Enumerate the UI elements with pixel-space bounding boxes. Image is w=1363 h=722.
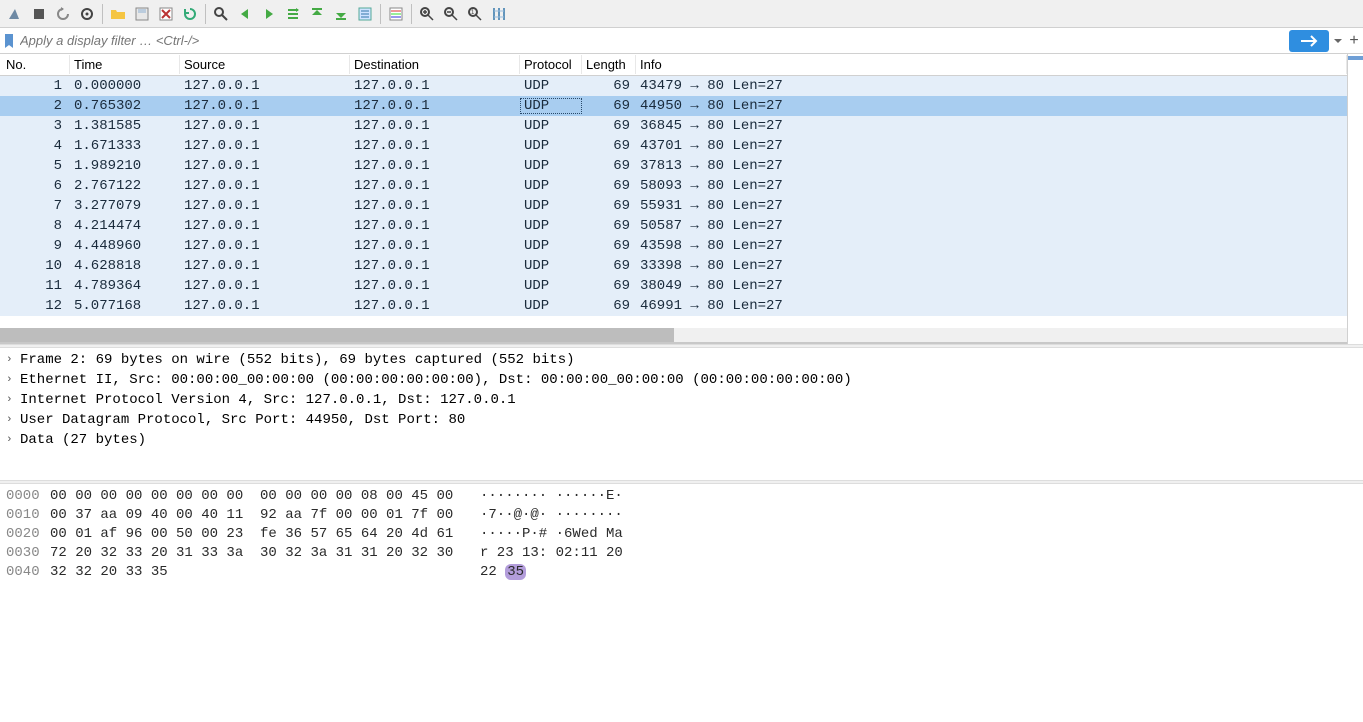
- tree-item[interactable]: ›Internet Protocol Version 4, Src: 127.0…: [0, 390, 1363, 410]
- hex-row[interactable]: 000000 00 00 00 00 00 00 00 00 00 00 00 …: [0, 486, 1363, 505]
- hex-ascii: ·····P·# ·6Wed Ma: [480, 526, 623, 542]
- tree-label: User Datagram Protocol, Src Port: 44950,…: [20, 412, 465, 428]
- packet-list-body[interactable]: 10.000000127.0.0.1127.0.0.1UDP6943479 → …: [0, 76, 1347, 328]
- hex-bytes: 00 00 00 00 00 00 00 00 00 00 00 00 08 0…: [50, 488, 480, 504]
- separator: [205, 4, 206, 24]
- hex-bytes: 00 37 aa 09 40 00 40 11 92 aa 7f 00 00 0…: [50, 507, 480, 523]
- zoom-in-icon[interactable]: [416, 3, 438, 25]
- prev-icon[interactable]: [234, 3, 256, 25]
- hex-offset: 0040: [6, 564, 50, 580]
- filter-bookmark-icon[interactable]: [2, 31, 16, 51]
- filter-add-button[interactable]: +: [1345, 32, 1363, 50]
- hex-offset: 0010: [6, 507, 50, 523]
- goto-icon[interactable]: [282, 3, 304, 25]
- next-icon[interactable]: [258, 3, 280, 25]
- first-icon[interactable]: [306, 3, 328, 25]
- tree-item[interactable]: ›Ethernet II, Src: 00:00:00_00:00:00 (00…: [0, 370, 1363, 390]
- packet-row[interactable]: 62.767122127.0.0.1127.0.0.1UDP6958093 → …: [0, 176, 1347, 196]
- open-icon[interactable]: [107, 3, 129, 25]
- tree-label: Ethernet II, Src: 00:00:00_00:00:00 (00:…: [20, 372, 852, 388]
- find-icon[interactable]: [210, 3, 232, 25]
- packet-details-pane[interactable]: ›Frame 2: 69 bytes on wire (552 bits), 6…: [0, 348, 1363, 480]
- close-icon[interactable]: [155, 3, 177, 25]
- hex-row[interactable]: 004032 32 20 33 3522 35: [0, 562, 1363, 581]
- packet-row[interactable]: 125.077168127.0.0.1127.0.0.1UDP6946991 →…: [0, 296, 1347, 316]
- separator: [102, 4, 103, 24]
- packet-row[interactable]: 114.789364127.0.0.1127.0.0.1UDP6938049 →…: [0, 276, 1347, 296]
- chevron-right-icon: ›: [6, 394, 20, 406]
- packet-row[interactable]: 10.000000127.0.0.1127.0.0.1UDP6943479 → …: [0, 76, 1347, 96]
- display-filter-input[interactable]: [16, 28, 1289, 53]
- packet-list-pane: No. Time Source Destination Protocol Len…: [0, 54, 1347, 344]
- minimap-marker: [1348, 56, 1363, 60]
- separator: [380, 4, 381, 24]
- filter-history-dropdown[interactable]: [1331, 37, 1345, 45]
- hex-ascii: r 23 13: 02:11 20: [480, 545, 623, 561]
- packet-row[interactable]: 94.448960127.0.0.1127.0.0.1UDP6943598 → …: [0, 236, 1347, 256]
- packet-bytes-pane[interactable]: 000000 00 00 00 00 00 00 00 00 00 00 00 …: [0, 484, 1363, 722]
- last-icon[interactable]: [330, 3, 352, 25]
- reload-icon[interactable]: [179, 3, 201, 25]
- tree-label: Data (27 bytes): [20, 432, 146, 448]
- packet-row[interactable]: 104.628818127.0.0.1127.0.0.1UDP6933398 →…: [0, 256, 1347, 276]
- hex-offset: 0000: [6, 488, 50, 504]
- options-icon[interactable]: [76, 3, 98, 25]
- chevron-right-icon: ›: [6, 374, 20, 386]
- chevron-right-icon: ›: [6, 434, 20, 446]
- hex-row[interactable]: 002000 01 af 96 00 50 00 23 fe 36 57 65 …: [0, 524, 1363, 543]
- tree-item[interactable]: ›Frame 2: 69 bytes on wire (552 bits), 6…: [0, 350, 1363, 370]
- packet-row[interactable]: 73.277079127.0.0.1127.0.0.1UDP6955931 → …: [0, 196, 1347, 216]
- packet-list-hscrollbar[interactable]: [0, 328, 1347, 342]
- tree-label: Internet Protocol Version 4, Src: 127.0.…: [20, 392, 516, 408]
- shark-fin-icon[interactable]: [4, 3, 26, 25]
- col-header-length[interactable]: Length: [582, 55, 636, 74]
- zoom-out-icon[interactable]: [440, 3, 462, 25]
- restart-icon[interactable]: [52, 3, 74, 25]
- hex-row[interactable]: 003072 20 32 33 20 31 33 3a 30 32 3a 31 …: [0, 543, 1363, 562]
- display-filter-bar: +: [0, 28, 1363, 54]
- packet-row[interactable]: 41.671333127.0.0.1127.0.0.1UDP6943701 → …: [0, 136, 1347, 156]
- col-header-no[interactable]: No.: [0, 55, 70, 74]
- tree-item[interactable]: ›User Datagram Protocol, Src Port: 44950…: [0, 410, 1363, 430]
- col-header-time[interactable]: Time: [70, 55, 180, 74]
- hex-offset: 0020: [6, 526, 50, 542]
- col-header-info[interactable]: Info: [636, 55, 1347, 74]
- hex-offset: 0030: [6, 545, 50, 561]
- autoscroll-icon[interactable]: [354, 3, 376, 25]
- packet-row[interactable]: 84.214474127.0.0.1127.0.0.1UDP6950587 → …: [0, 216, 1347, 236]
- col-header-destination[interactable]: Destination: [350, 55, 520, 74]
- chevron-right-icon: ›: [6, 354, 20, 366]
- hex-row[interactable]: 001000 37 aa 09 40 00 40 11 92 aa 7f 00 …: [0, 505, 1363, 524]
- tree-label: Frame 2: 69 bytes on wire (552 bits), 69…: [20, 352, 575, 368]
- filter-apply-button[interactable]: [1289, 30, 1329, 52]
- tree-item[interactable]: ›Data (27 bytes): [0, 430, 1363, 450]
- packet-list-header[interactable]: No. Time Source Destination Protocol Len…: [0, 54, 1347, 76]
- chevron-right-icon: ›: [6, 414, 20, 426]
- packet-minimap[interactable]: [1347, 54, 1363, 344]
- save-icon[interactable]: [131, 3, 153, 25]
- zoom-reset-icon[interactable]: 1: [464, 3, 486, 25]
- main-toolbar: 1: [0, 0, 1363, 28]
- hex-bytes: 72 20 32 33 20 31 33 3a 30 32 3a 31 31 2…: [50, 545, 480, 561]
- packet-row[interactable]: 51.989210127.0.0.1127.0.0.1UDP6937813 → …: [0, 156, 1347, 176]
- separator: [411, 4, 412, 24]
- hex-bytes: 00 01 af 96 00 50 00 23 fe 36 57 65 64 2…: [50, 526, 480, 542]
- highlighted-byte: 35: [505, 564, 526, 580]
- packet-row[interactable]: 20.765302127.0.0.1127.0.0.1UDP6944950 → …: [0, 96, 1347, 116]
- col-header-protocol[interactable]: Protocol: [520, 55, 582, 74]
- hex-ascii: 22 35: [480, 564, 526, 580]
- stop-icon[interactable]: [28, 3, 50, 25]
- colorize-icon[interactable]: [385, 3, 407, 25]
- hex-bytes: 32 32 20 33 35: [50, 564, 480, 580]
- resize-cols-icon[interactable]: [488, 3, 510, 25]
- col-header-source[interactable]: Source: [180, 55, 350, 74]
- packet-row[interactable]: 31.381585127.0.0.1127.0.0.1UDP6936845 → …: [0, 116, 1347, 136]
- hex-ascii: ·7··@·@· ········: [480, 507, 623, 523]
- hex-ascii: ········ ······E·: [480, 488, 623, 504]
